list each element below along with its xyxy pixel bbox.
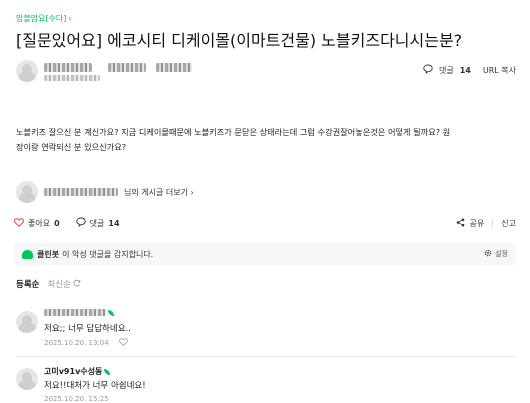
comment-author[interactable] bbox=[44, 309, 114, 316]
comment-text: 저요;; 너무 답답하네요.. bbox=[44, 324, 131, 334]
page-title: [질문있어요] 에코시티 디케이몰(이마트건물) 노블키즈다니시는분? bbox=[16, 31, 463, 50]
cleanbot-settings-button[interactable]: 설정 bbox=[484, 249, 508, 259]
comment-author-redacted[interactable] bbox=[44, 309, 106, 316]
comment-action-label[interactable]: 댓글 bbox=[90, 218, 105, 229]
comment-bubble-icon[interactable] bbox=[423, 64, 433, 76]
report-button[interactable]: 신고 bbox=[501, 218, 516, 229]
post-body: 노블키즈 잘으신 분 계신가요? 지금 디케이몰때문에 노블키즈가 문닫은 상태… bbox=[16, 125, 516, 155]
settings-label[interactable]: 설정 bbox=[495, 249, 508, 259]
sort-registered-tab[interactable]: 등록순 bbox=[16, 278, 39, 290]
post-meta-actions: 댓글 14 URL 복사 bbox=[423, 64, 516, 76]
comment-label[interactable]: 댓글 bbox=[439, 65, 454, 76]
comment-date: 2025.10.20. 15:25 bbox=[44, 395, 109, 403]
author-name-redacted[interactable] bbox=[44, 63, 92, 72]
sort-latest-label[interactable]: 최신순 bbox=[47, 278, 70, 290]
avatar[interactable] bbox=[16, 368, 38, 390]
comment-author-name[interactable]: 고미v91v수성동 bbox=[44, 366, 102, 377]
author-meta-redacted bbox=[44, 75, 100, 81]
comment-count: 14 bbox=[459, 65, 471, 75]
cleanbot-icon bbox=[22, 249, 33, 259]
cleanbot-message: 이 악성 댓글을 감지합니다. bbox=[62, 249, 154, 259]
comment-author[interactable]: 고미v91v수성동 bbox=[44, 366, 111, 377]
gear-icon[interactable] bbox=[484, 249, 492, 259]
sort-latest-tab[interactable]: 최신순 bbox=[47, 278, 81, 290]
comment-meta: 2025.10.20. 13:04 bbox=[44, 338, 128, 348]
comment-icon[interactable] bbox=[76, 217, 86, 229]
breadcrumb[interactable]: 맘블맘요[수다] › bbox=[16, 13, 72, 24]
cleanbot-name: 클린봇 bbox=[37, 249, 60, 259]
leaf-badge-icon bbox=[108, 309, 114, 316]
author-profile-row[interactable]: 님의 게시글 더보기 › bbox=[16, 180, 194, 204]
like-label[interactable]: 좋아요 bbox=[28, 218, 50, 229]
comment-meta: 2025.10.20. 15:25 bbox=[44, 395, 109, 403]
divider bbox=[16, 356, 516, 357]
comment-item: 고미v91v수성동 저요!!대처가 너무 아쉽네요! 2025.10.20. 1… bbox=[16, 366, 516, 403]
comment-text: 저요!!대처가 너무 아쉽네요! bbox=[44, 381, 146, 391]
author-info-redacted bbox=[108, 63, 146, 72]
author-nickname-redacted[interactable] bbox=[44, 188, 118, 196]
share-icon[interactable] bbox=[456, 218, 465, 229]
author-avatar[interactable] bbox=[16, 60, 38, 82]
chevron-right-icon: › bbox=[68, 14, 72, 23]
share-button[interactable]: 공유 bbox=[470, 218, 485, 229]
divider bbox=[492, 219, 494, 227]
comment-date: 2025.10.20. 13:04 bbox=[44, 339, 109, 347]
comment-sort: 등록순 최신순 bbox=[16, 278, 81, 290]
post-body-line: 장이랑 연락되신 분 있으신가요? bbox=[16, 142, 127, 152]
action-bar: 좋아요 0 댓글 14 공유 신고 bbox=[14, 214, 516, 232]
avatar[interactable] bbox=[16, 311, 38, 333]
cleanbot-banner: 클린봇 이 악성 댓글을 감지합니다. 설정 bbox=[14, 243, 516, 265]
more-posts-link[interactable]: 님의 게시글 더보기 › bbox=[124, 187, 194, 198]
avatar[interactable] bbox=[16, 181, 38, 203]
comment-item: 저요;; 너무 답답하네요.. 2025.10.20. 13:04 bbox=[16, 309, 516, 353]
post-body-line: 노블키즈 잘으신 분 계신가요? 지금 디케이몰때문에 노블키즈가 문닫은 상태… bbox=[16, 127, 451, 137]
author-info2-redacted bbox=[156, 63, 192, 72]
url-copy-button[interactable]: URL 복사 bbox=[483, 65, 516, 76]
refresh-icon[interactable] bbox=[73, 279, 81, 290]
breadcrumb-label[interactable]: 맘블맘요[수다] bbox=[16, 13, 66, 24]
comment-action-count: 14 bbox=[108, 218, 120, 228]
leaf-badge-icon bbox=[104, 368, 111, 375]
heart-icon[interactable] bbox=[14, 217, 24, 229]
heart-icon[interactable] bbox=[118, 338, 128, 348]
like-count: 0 bbox=[54, 218, 60, 228]
